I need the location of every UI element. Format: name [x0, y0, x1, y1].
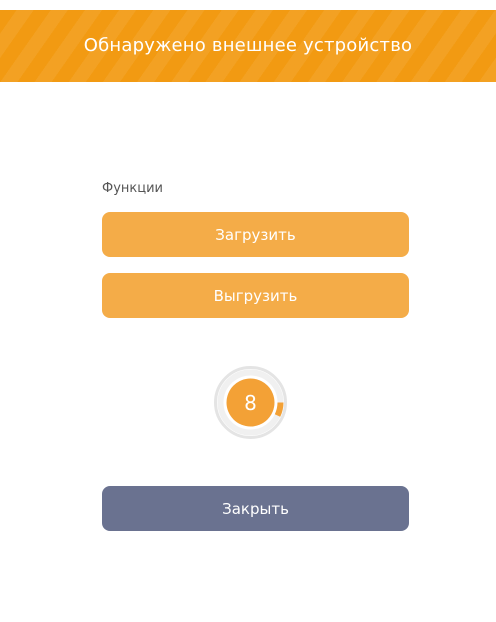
dialog-header: Обнаружено внешнее устройство [0, 10, 496, 82]
upload-button[interactable]: Загрузить [102, 212, 409, 257]
external-device-dialog: Обнаружено внешнее устройство Функции За… [0, 0, 496, 622]
functions-label: Функции [102, 181, 163, 196]
download-button[interactable]: Выгрузить [102, 273, 409, 318]
close-button[interactable]: Закрыть [102, 486, 409, 531]
dialog-title: Обнаружено внешнее устройство [83, 34, 413, 56]
countdown-value: 8 [244, 390, 257, 415]
countdown-timer: 8 [213, 365, 288, 440]
